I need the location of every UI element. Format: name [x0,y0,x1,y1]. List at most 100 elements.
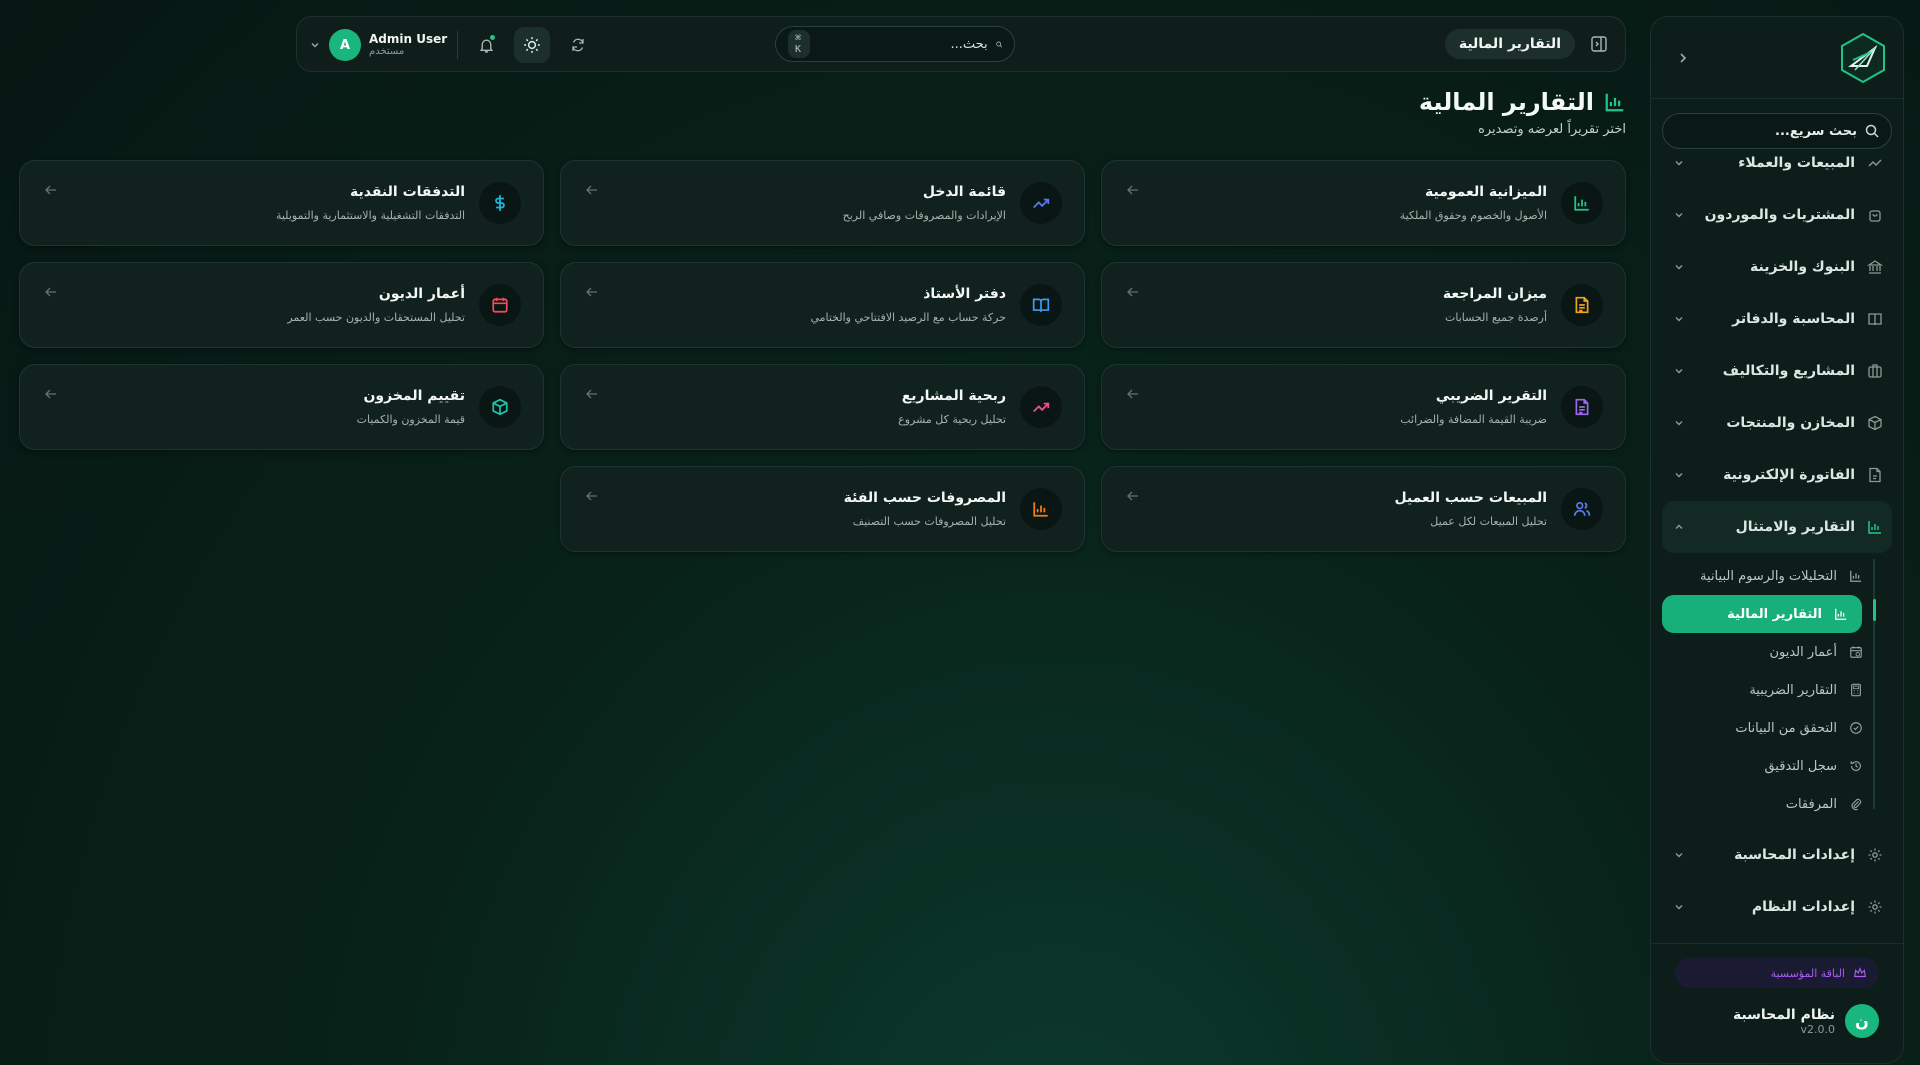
shortcut-hint: ⌘ K [788,30,810,58]
report-card-project-profitability[interactable]: ربحية المشاريع تحليل ربحية كل مشروع [560,364,1085,450]
sub-item-attachments[interactable]: المرفقات [1651,785,1903,823]
card-title: قائمة الدخل [922,184,1006,200]
card-desc: حركة حساب مع الرصيد الافتتاحي والختامي [810,311,1006,324]
nav-item-sales[interactable]: المبيعات والعملاء [1651,149,1903,189]
sub-item-tax-reports[interactable]: التقارير الضريبية [1651,671,1903,709]
sidebar-toggle-button[interactable] [1585,30,1613,58]
sidebar: المبيعات والعملاء المشتريات والموردون ال… [1650,16,1904,1064]
nav-item-accounting[interactable]: المحاسبة والدفاتر [1651,293,1903,345]
sub-item-label: التقارير الضريبية [1749,682,1837,698]
arrow-left-icon [42,285,58,301]
nav-label: التقارير والامتثال [1735,519,1855,535]
sub-item-label: التحقق من البيانات [1735,720,1837,736]
card-desc: تحليل المستحقات والديون حسب العمر [287,311,465,324]
card-title: المبيعات حسب العميل [1394,490,1547,506]
system-avatar: ن [1845,1004,1879,1038]
sidebar-collapse-button[interactable] [1669,44,1697,72]
report-card-tax-report[interactable]: التقرير الضريبي ضريبة القيمة المضافة والض… [1101,364,1626,450]
topbar-actions: A Admin User مستخدم [309,17,596,73]
card-title: دفتر الأستاذ [923,286,1006,302]
calculator-icon [1847,681,1865,699]
nav-item-reports[interactable]: التقارير والامتثال [1662,501,1892,553]
chevron-down-icon [1673,365,1685,377]
arrow-left-icon [1124,285,1140,301]
sub-item-financial-reports[interactable]: التقارير المالية [1662,595,1862,633]
sub-item-label: سجل التدقيق [1764,758,1837,774]
theme-toggle-button[interactable] [514,27,551,63]
search-icon [996,41,1002,47]
arrow-left-icon [1124,183,1140,199]
sidebar-search [1662,113,1892,149]
sub-item-label: التقارير المالية [1727,606,1822,622]
card-title: الميزانية العمومية [1425,184,1547,200]
nav-item-purchases[interactable]: المشتريات والموردون [1651,189,1903,241]
system-version: v2.0.0 [1800,1022,1836,1036]
nav-item-accounting-settings[interactable]: إعدادات المحاسبة [1651,829,1903,881]
plan-badge[interactable]: الباقة المؤسسية [1675,958,1879,988]
chevron-down-icon [1673,901,1685,913]
cube-icon [479,386,521,428]
nav-item-inventory[interactable]: المخازن والمنتجات [1651,397,1903,449]
nav-label: المبيعات والعملاء [1738,155,1855,171]
sub-item-analytics[interactable]: التحليلات والرسوم البيانية [1651,557,1903,595]
chevron-down-icon [1673,157,1685,169]
card-desc: تحليل المبيعات لكل عميل [1430,515,1547,528]
history-icon [1847,757,1865,775]
chevron-down-icon [1673,209,1685,221]
report-card-debt-aging[interactable]: أعمار الديون تحليل المستحقات والديون حسب … [19,262,544,348]
refresh-icon [572,38,584,52]
card-title: ربحية المشاريع [901,388,1006,404]
chevron-down-icon [1673,417,1685,429]
card-desc: قيمة المخزون والكميات [356,413,465,426]
notifications-button[interactable] [468,27,504,63]
book-icon [1865,309,1885,329]
report-card-expenses-by-category[interactable]: المصروفات حسب الفئة تحليل المصروفات حسب ا… [560,466,1085,552]
report-card-inventory-valuation[interactable]: تقييم المخزون قيمة المخزون والكميات [19,364,544,450]
card-title: المصروفات حسب الفئة [843,490,1006,506]
nav-item-einvoice[interactable]: الفاتورة الإلكترونية [1651,449,1903,501]
arrow-left-icon [1124,387,1140,403]
nav-item-system-settings[interactable]: إعدادات النظام [1651,881,1903,933]
sub-item-label: المرفقات [1785,796,1837,812]
card-desc: الأصول والخصوم وحقوق الملكية [1399,209,1547,222]
notification-dot [489,34,497,41]
sub-item-debt-aging[interactable]: أعمار الديون [1651,633,1903,671]
chevron-down-icon [1673,313,1685,325]
topbar: التقارير المالية ⌘ K A Admin User مستخدم [296,16,1626,72]
report-card-income-statement[interactable]: قائمة الدخل الإيرادات والمصروفات وصافي ال… [560,160,1085,246]
report-card-general-ledger[interactable]: دفتر الأستاذ حركة حساب مع الرصيد الافتتاح… [560,262,1085,348]
chevron-down-icon [309,39,321,51]
report-card-sales-by-customer[interactable]: المبيعات حسب العميل تحليل المبيعات لكل عم… [1101,466,1626,552]
sub-item-label: أعمار الديون [1769,644,1837,660]
app-logo[interactable] [1837,32,1889,84]
nav-item-projects[interactable]: المشاريع والتكاليف [1651,345,1903,397]
briefcase-icon [1865,361,1885,381]
paperclip-icon [1847,795,1865,813]
sidebar-search-input[interactable] [1675,123,1857,139]
report-card-balance-sheet[interactable]: الميزانية العمومية الأصول والخصوم وحقوق ا… [1101,160,1626,246]
card-title: التقرير الضريبي [1435,388,1547,404]
sub-item-data-validation[interactable]: التحقق من البيانات [1651,709,1903,747]
card-desc: تحليل ربحية كل مشروع [898,413,1006,426]
card-desc: التدفقات التشغيلية والاستثمارية والتمويل… [275,209,465,222]
submenu-line [1872,559,1876,809]
card-desc: تحليل المصروفات حسب التصنيف [852,515,1006,528]
chevron-right-icon [1680,52,1687,63]
nav-label: إعدادات المحاسبة [1734,847,1855,863]
refresh-button[interactable] [560,27,596,63]
panel-icon [1591,36,1607,52]
page-subtitle: اختر تقريراً لعرضه وتصديره [1478,122,1626,137]
page-heading: التقارير المالية اختر تقريراً لعرضه وتصد… [1419,88,1626,137]
chart-icon [1847,567,1865,585]
user-menu[interactable]: A Admin User مستخدم [309,29,447,61]
sub-item-audit-log[interactable]: سجل التدقيق [1651,747,1903,785]
report-card-cash-flow[interactable]: التدفقات النقدية التدفقات التشغيلية والاس… [19,160,544,246]
card-title: أعمار الديون [378,286,465,302]
card-desc: ضريبة القيمة المضافة والضرائب [1400,413,1547,426]
nav-item-banks[interactable]: البنوك والخزينة [1651,241,1903,293]
report-card-trial-balance[interactable]: ميزان المراجعة أرصدة جميع الحسابات [1101,262,1626,348]
gear-icon [1865,845,1885,865]
arrow-left-icon [42,387,58,403]
global-search-input[interactable] [817,36,988,52]
arrow-left-icon [42,183,58,199]
